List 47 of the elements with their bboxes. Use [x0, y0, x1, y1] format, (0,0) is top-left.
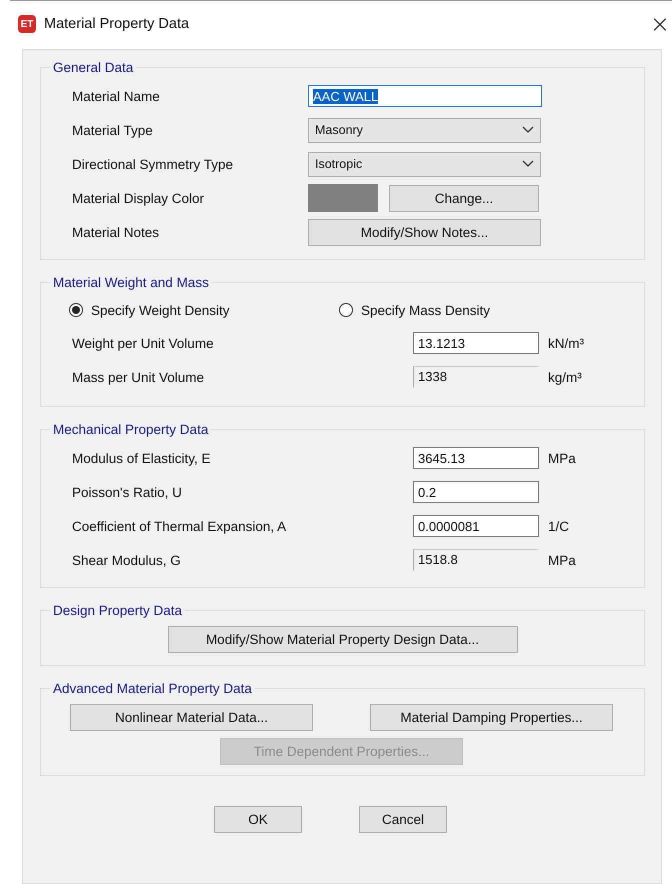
field-label: Material Notes — [72, 224, 160, 240]
dropdown[interactable]: Isotropic — [308, 152, 541, 176]
dialog-button[interactable]: Cancel — [359, 806, 447, 833]
field-label: Mass per Unit Volume — [72, 370, 206, 384]
group-title: Material Weight and Mass — [52, 275, 210, 290]
design-data-button[interactable]: Modify/Show Material Property Design Data... — [168, 626, 518, 653]
app-logo: ET — [18, 15, 36, 33]
property-button[interactable]: Nonlinear Material Data... — [70, 704, 313, 731]
input-field[interactable]: 0.2 — [413, 481, 539, 503]
radio-option[interactable]: Specify Weight Density — [69, 302, 339, 318]
input-field[interactable]: AAC WALL — [308, 85, 542, 107]
group-title: Design Property Data — [52, 603, 184, 618]
field-label: Coefficient of Thermal Expansion, A — [72, 518, 288, 534]
field-label: Material Name — [72, 88, 161, 104]
field-label: Weight per Unit Volume — [72, 336, 215, 350]
input-field[interactable]: 0.0000081 — [413, 515, 539, 537]
field-label: Modulus of Elasticity, E — [72, 450, 212, 466]
input-field[interactable]: 1338 — [413, 366, 539, 388]
group-title: Mechanical Property Data — [52, 422, 210, 437]
chevron-icon — [522, 126, 534, 134]
radio-button[interactable] — [69, 303, 83, 317]
change-button[interactable]: Change... — [389, 184, 539, 212]
field-label: Directional Symmetry Type — [72, 156, 234, 172]
unit-label: MPa — [548, 450, 577, 466]
chevron-icon — [522, 160, 534, 168]
input-field[interactable]: 13.1213 — [413, 332, 539, 354]
property-button[interactable]: Material Damping Properties... — [370, 704, 613, 731]
dropdown[interactable]: Masonry — [308, 118, 541, 142]
window-title: Material Property Data — [44, 16, 190, 32]
close-button[interactable]: × — [648, 12, 672, 36]
unit-label: kN/m³ — [548, 336, 585, 350]
input-field[interactable]: 1518.8 — [413, 549, 539, 571]
group-title: General Data — [52, 60, 134, 75]
field-label: Material Type — [72, 122, 154, 138]
color-swatch[interactable] — [308, 184, 378, 212]
unit-label: 1/C — [548, 518, 570, 534]
dialog-button[interactable]: OK — [214, 806, 302, 833]
notes-button[interactable]: Modify/Show Notes... — [308, 218, 541, 246]
field-label: Shear Modulus, G — [72, 552, 182, 568]
radio-button[interactable] — [339, 303, 353, 317]
radio-option[interactable]: Specify Mass Density — [339, 302, 644, 318]
field-label: Material Display Color — [72, 190, 206, 206]
field-label: Poisson's Ratio, U — [72, 484, 183, 500]
input-field[interactable]: 3645.13 — [413, 447, 539, 469]
group-title: Advanced Material Property Data — [52, 681, 253, 696]
unit-label: kg/m³ — [548, 370, 583, 384]
unit-label: MPa — [548, 552, 577, 568]
